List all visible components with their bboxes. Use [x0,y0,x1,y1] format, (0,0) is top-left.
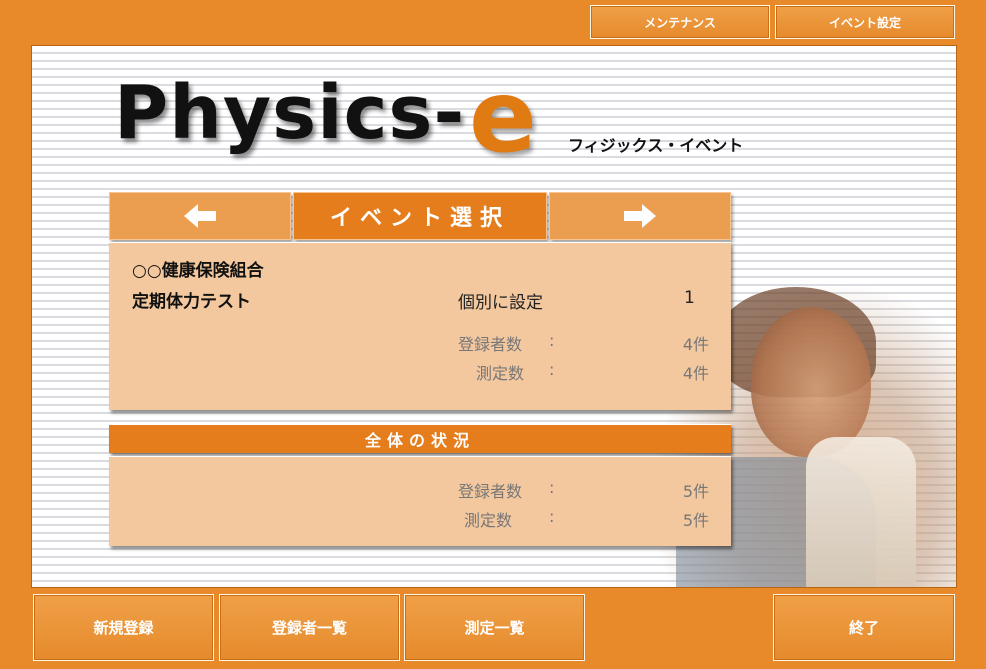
previous-event-button[interactable] [109,192,291,240]
organization-name: ○○健康保険組合 [132,261,264,281]
measurement-list-button[interactable]: 測定一覧 [404,594,585,661]
overall-status-title: 全体の状況 [109,424,731,453]
event-measurements-label: 測定数 [476,364,525,383]
event-settings-label: イベント設定 [828,15,901,30]
maintenance-button[interactable]: メンテナンス [590,5,770,39]
overall-registrants-colon: : [549,478,555,497]
registrant-list-button[interactable]: 登録者一覧 [219,594,400,661]
event-measurements-value: 4件 [682,364,709,383]
event-info-card: ○○健康保険組合 定期体力テスト 個別に設定 1 登録者数 : 4件 測定数 :… [109,242,731,410]
exit-label: 終了 [848,619,879,637]
next-event-button[interactable] [549,192,731,240]
arrow-left-icon [184,204,216,228]
overall-status-card: 登録者数 : 5件 測定数 : 5件 [109,456,731,546]
new-registration-label: 新規登録 [93,619,154,637]
photo-face-shape [751,307,871,457]
event-registrants-colon: : [549,331,555,350]
event-registrants-value: 4件 [682,335,709,354]
logo-main-text: Physics- [114,70,466,156]
exit-button[interactable]: 終了 [773,594,955,661]
overall-registrants-value: 5件 [682,482,709,501]
measurement-list-label: 測定一覧 [464,619,525,637]
overall-registrants-label: 登録者数 [458,482,523,501]
event-measurements-colon: : [549,360,555,379]
event-settings-button[interactable]: イベント設定 [775,5,955,39]
overall-measurements-colon: : [549,507,555,526]
logo-subtitle: フィジックス・イベント [568,136,744,155]
maintenance-label: メンテナンス [644,15,716,30]
event-registrants-label: 登録者数 [458,335,523,354]
event-name: 定期体力テスト [132,292,251,312]
main-panel: Physics- e フィジックス・イベント イベント選択 ○○健康保険組合 定… [31,45,957,588]
registrant-list-label: 登録者一覧 [271,619,347,637]
event-select-title: イベント選択 [293,192,547,240]
logo-accent-letter: e [469,58,537,175]
overall-measurements-label: 測定数 [464,511,513,530]
overall-measurements-value: 5件 [682,511,709,530]
event-mode: 個別に設定 [458,293,543,313]
photo-towel-shape [806,437,916,587]
arrow-right-icon [624,204,656,228]
new-registration-button[interactable]: 新規登録 [33,594,214,661]
event-mode-number: 1 [684,288,695,308]
